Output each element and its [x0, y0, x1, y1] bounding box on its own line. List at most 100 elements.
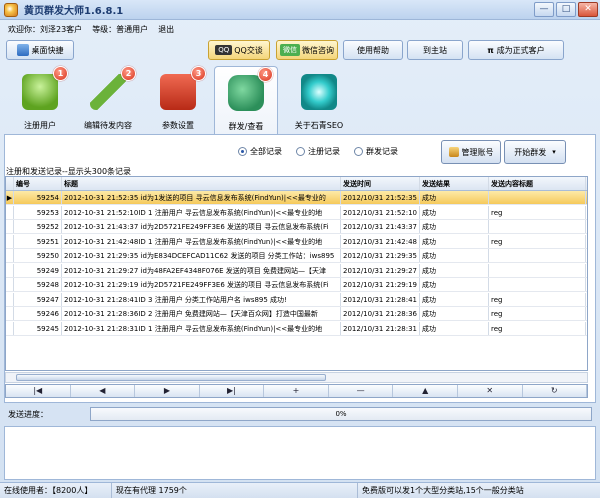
table-row[interactable]: 59250 2012-10-31 21:29:35 id为E834DCEFCAD1…: [6, 249, 587, 263]
cell-time: 2012/10/31 21:28:41: [341, 292, 420, 306]
first-record-button[interactable]: |◀: [6, 385, 71, 397]
maximize-button[interactable]: □: [556, 2, 576, 17]
cell-title: 2012-10-31 21:29:35 id为E834DCEFCAD11C62 …: [62, 249, 341, 262]
scrollbar-thumb[interactable]: [16, 374, 326, 381]
table-row[interactable]: 59251 2012-10-31 21:42:48ID 1 注册用户 寻云信息发布…: [6, 234, 587, 249]
desktop-shortcut-button[interactable]: 桌面快捷: [6, 40, 74, 60]
cell-time: 2012/10/31 21:28:36: [341, 307, 420, 320]
main-site-button[interactable]: 到主站: [407, 40, 463, 60]
table-row[interactable]: 59247 2012-10-31 21:28:41ID 3 注册用户 分类工作站用…: [6, 292, 587, 307]
cell-id: 59250: [14, 249, 62, 262]
table-row[interactable]: 59246 2012-10-31 21:28:36ID 2 注册用户 免费建网站—…: [6, 307, 587, 321]
camera-icon: [301, 74, 337, 110]
table-row[interactable]: 59252 2012-10-31 21:43:37 id为2D5721FE249F…: [6, 220, 587, 234]
record-navigator: |◀ ◀ ▶ ▶| + — ▲ ✕ ↻: [5, 384, 588, 398]
filter-register[interactable]: 注册记录: [296, 146, 340, 157]
filter-broadcast-label: 群发记录: [366, 147, 398, 156]
table-row[interactable]: 59248 2012-10-31 21:29:19 id为2D5721FE249F…: [6, 278, 587, 292]
cell-title: 2012-10-31 21:29:19 id为2D5721FE249FF3E6 …: [62, 278, 341, 291]
cell-result: 成功: [420, 234, 489, 248]
cell-content: reg: [489, 307, 586, 320]
row-indicator: [6, 234, 14, 248]
column-header[interactable]: 发送结果: [420, 177, 489, 190]
progress-row: 发送进度： 0%: [4, 404, 596, 424]
tab-badge: 4: [258, 67, 273, 82]
progress-label: 发送进度：: [8, 409, 48, 419]
cell-id: 59249: [14, 263, 62, 277]
welcome-text: 欢迎你：刘泽23客户: [8, 25, 83, 34]
cell-id: 59246: [14, 307, 62, 320]
tab-label: 参数设置: [162, 121, 194, 130]
prior-record-button[interactable]: ◀: [71, 385, 136, 397]
log-area[interactable]: [4, 426, 596, 480]
become-customer-button[interactable]: π 成为正式客户: [468, 40, 564, 60]
close-button[interactable]: ✕: [578, 2, 598, 17]
filter-all[interactable]: 全部记录: [238, 146, 282, 157]
column-header[interactable]: 发送内容标题: [489, 177, 586, 190]
table-row[interactable]: 59245 2012-10-31 21:28:31ID 1 注册用户 寻云信息发布…: [6, 321, 587, 336]
cell-content: [489, 278, 586, 291]
logout-link[interactable]: 退出: [158, 24, 174, 35]
row-indicator-header: [6, 177, 14, 190]
tab-about[interactable]: 关于石青SEO: [284, 66, 354, 134]
column-header[interactable]: 编号: [14, 177, 62, 190]
column-header[interactable]: 标题: [62, 177, 341, 190]
user-bar: 欢迎你：刘泽23客户 等级：普通用户 退出: [8, 24, 174, 35]
start-broadcast-button[interactable]: 开始群发 ▾: [504, 140, 566, 164]
insert-record-button[interactable]: +: [264, 385, 329, 397]
table-row[interactable]: 59249 2012-10-31 21:29:27 id为48FA2EF4348F…: [6, 263, 587, 278]
tab-edit-content[interactable]: 2 编辑待发内容: [76, 66, 140, 134]
row-indicator: [6, 307, 14, 320]
refresh-button[interactable]: ↻: [523, 385, 588, 397]
desktop-icon: [16, 44, 29, 56]
tab-broadcast[interactable]: 4 群发/查看: [214, 66, 278, 134]
cell-content: [489, 191, 586, 204]
status-bar: 在线使用者：【8200人】 现在有代理 1759个 免费版可以发1个大型分类站,…: [0, 482, 600, 498]
delete-record-button[interactable]: —: [329, 385, 394, 397]
edit-record-button[interactable]: ▲: [393, 385, 458, 397]
row-indicator: [6, 321, 14, 335]
cell-id: 59247: [14, 292, 62, 306]
wechat-icon: 微信: [280, 44, 300, 56]
tab-badge: 2: [121, 66, 136, 81]
column-header[interactable]: 发送时间: [341, 177, 420, 190]
cell-time: 2012/10/31 21:42:48: [341, 234, 420, 248]
filter-broadcast[interactable]: 群发记录: [354, 146, 398, 157]
minimize-button[interactable]: —: [534, 2, 554, 17]
radio-icon: [296, 147, 305, 156]
chevron-down-icon[interactable]: ▾: [552, 148, 556, 156]
table-row[interactable]: 59253 2012-10-31 21:52:10ID 1 注册用户 寻云信息发布…: [6, 205, 587, 220]
last-record-button[interactable]: ▶|: [200, 385, 265, 397]
pi-icon: π: [487, 45, 494, 55]
proxy-count: 现在有代理 1759个: [112, 483, 358, 498]
app-window: 黄页群发大师1.6.8.1 — □ ✕ 欢迎你：刘泽23客户 等级：普通用户 退…: [0, 0, 600, 498]
next-record-button[interactable]: ▶: [135, 385, 200, 397]
window-controls: — □ ✕: [534, 2, 598, 17]
tab-label: 编辑待发内容: [84, 121, 132, 130]
cell-id: 59253: [14, 205, 62, 219]
wechat-consult-label: 微信咨询: [302, 45, 334, 55]
wechat-consult-button[interactable]: 微信 微信咨询: [276, 40, 338, 60]
tab-settings[interactable]: 3 参数设置: [146, 66, 210, 134]
user-level: 等级：普通用户: [92, 25, 149, 34]
cell-title: 2012-10-31 21:29:27 id为48FA2EF4348F076E …: [62, 263, 341, 277]
horizontal-scrollbar[interactable]: [5, 372, 588, 383]
table-row[interactable]: ▶ 59254 2012-10-31 21:52:35 id为1发送的项目 寻云信息…: [6, 191, 587, 205]
cell-content: reg: [489, 234, 586, 248]
cell-id: 59245: [14, 321, 62, 335]
tab-register[interactable]: 1 注册用户: [8, 66, 72, 134]
desktop-shortcut-label: 桌面快捷: [31, 45, 64, 55]
cell-result: 成功: [420, 307, 489, 320]
cell-id: 59252: [14, 220, 62, 233]
row-indicator: [6, 278, 14, 291]
filter-all-label: 全部记录: [250, 147, 282, 156]
qq-chat-button[interactable]: QQ QQ交谈: [208, 40, 270, 60]
cell-title: 2012-10-31 21:52:10ID 1 注册用户 寻云信息发布系统(Fi…: [62, 205, 341, 219]
radio-icon: [354, 147, 363, 156]
cell-result: 成功: [420, 292, 489, 306]
manage-accounts-button[interactable]: 管理账号: [441, 140, 501, 164]
users-icon: [22, 74, 58, 110]
cell-result: 成功: [420, 249, 489, 262]
cancel-edit-button[interactable]: ✕: [458, 385, 523, 397]
help-button[interactable]: 使用帮助: [343, 40, 403, 60]
